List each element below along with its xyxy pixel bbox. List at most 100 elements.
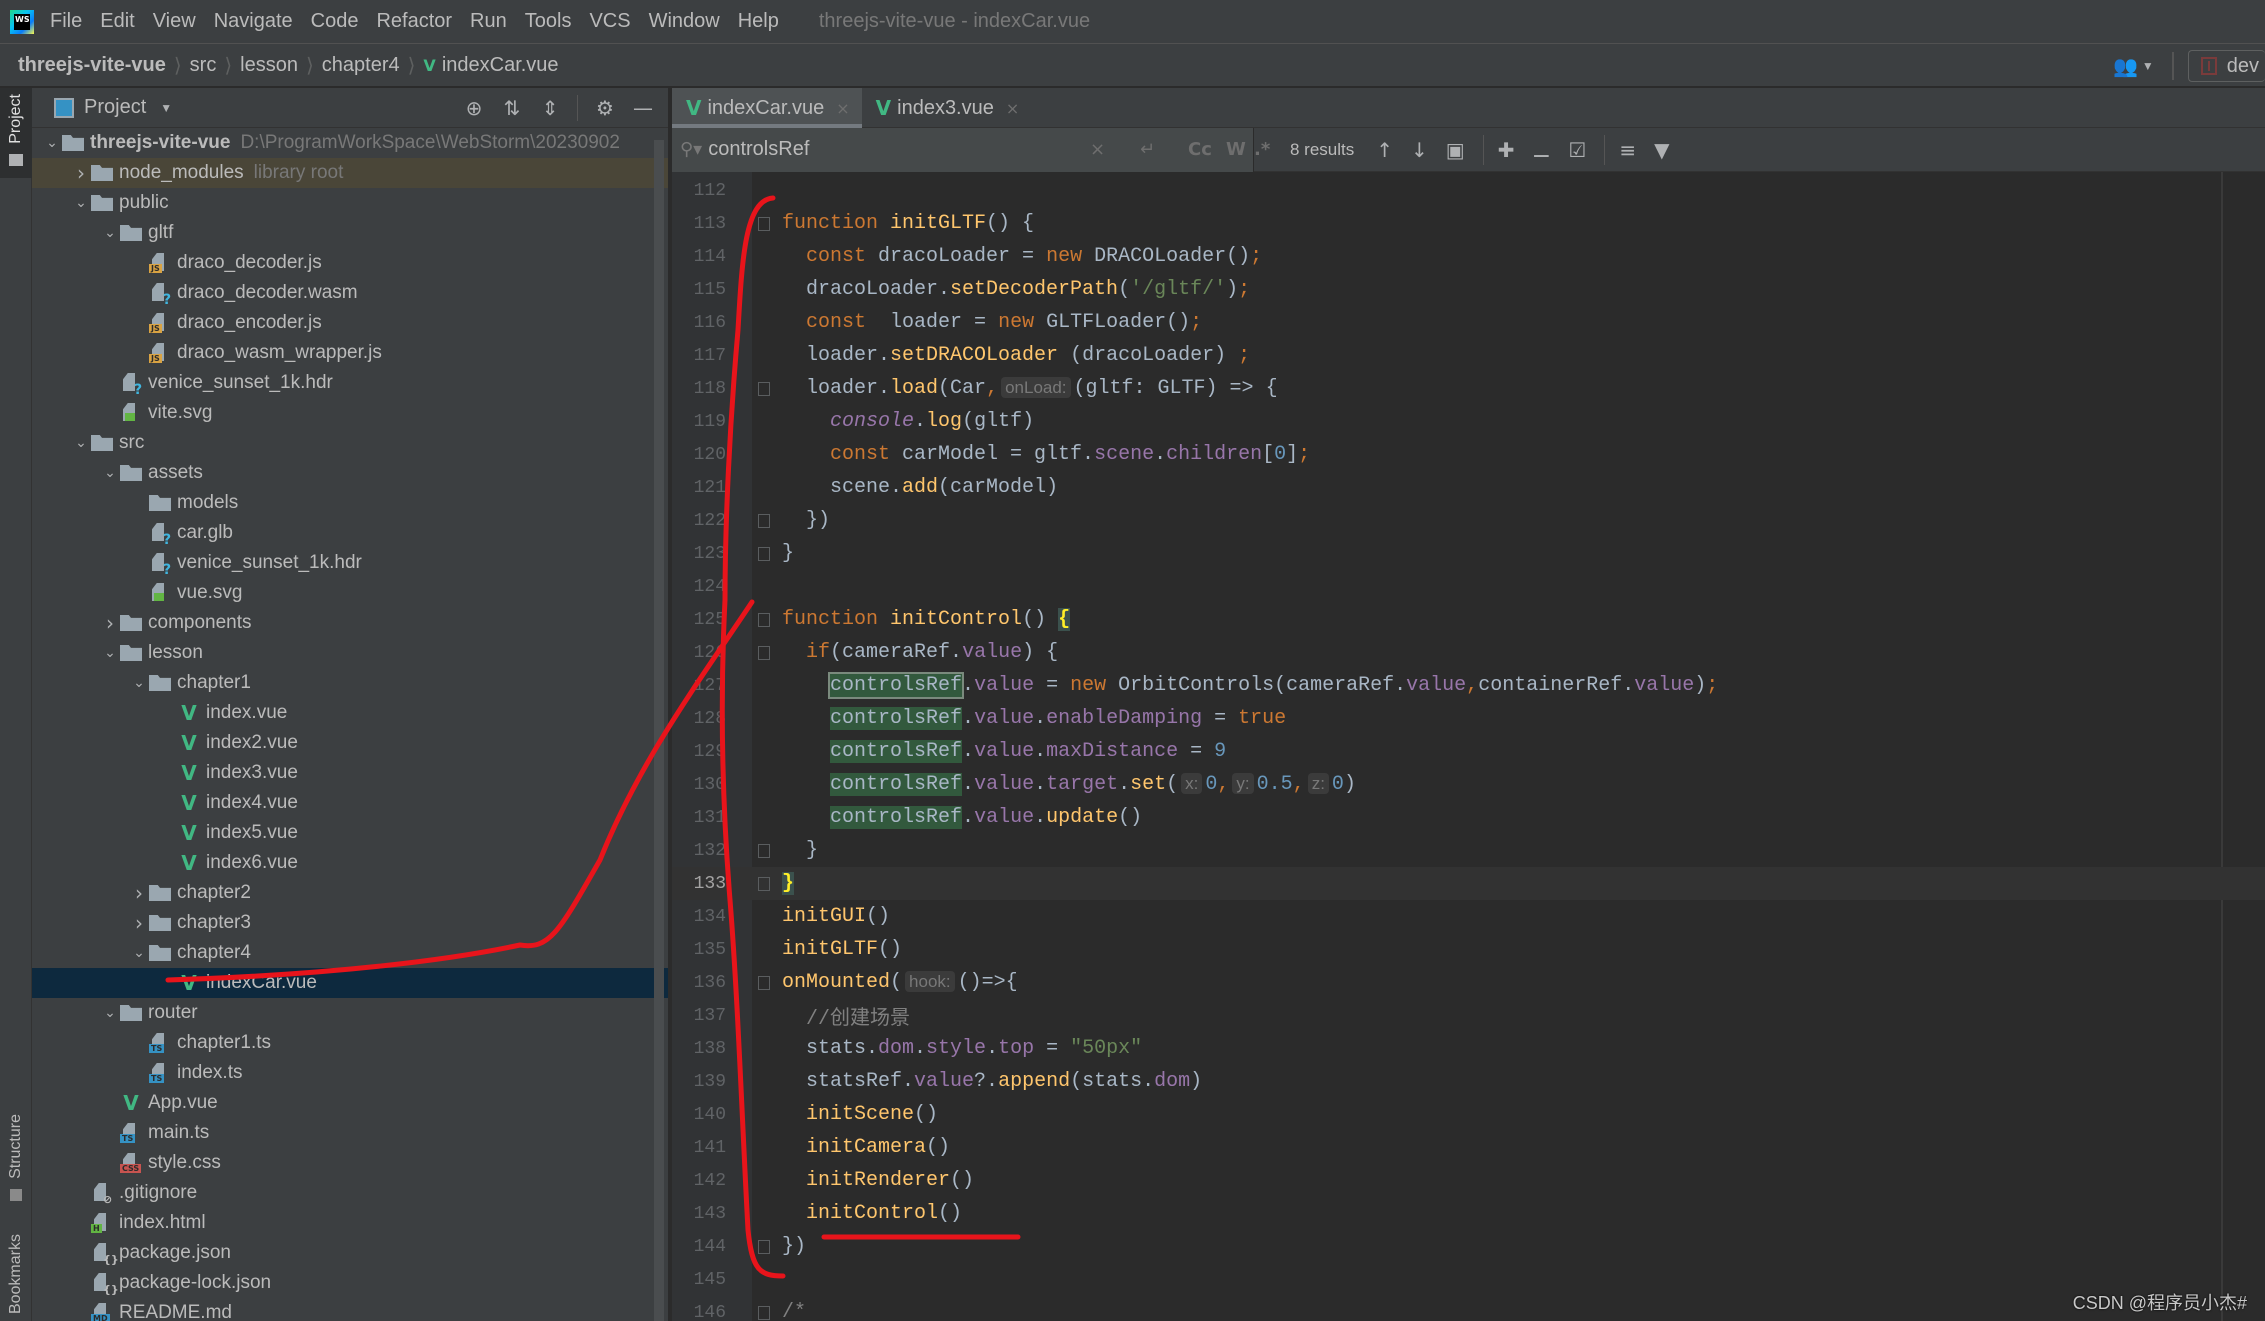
- code-line[interactable]: 140 initScene(): [672, 1098, 2265, 1131]
- tree-item[interactable]: vite.svg: [32, 398, 668, 428]
- previous-occurrence-icon[interactable]: ↑: [1376, 138, 1393, 162]
- run-configuration-select[interactable]: dev: [2187, 50, 2265, 82]
- chevron-down-icon[interactable]: ▼: [160, 101, 172, 115]
- tree-item[interactable]: TS index.ts: [32, 1058, 668, 1088]
- chevron-right-icon[interactable]: ›: [129, 881, 149, 905]
- code-line[interactable]: 142 initRenderer(): [672, 1164, 2265, 1197]
- tree-item[interactable]: JS draco_wasm_wrapper.js: [32, 338, 668, 368]
- expand-all-icon[interactable]: ⇅: [501, 96, 523, 120]
- search-icon[interactable]: ⚲▾: [680, 139, 702, 160]
- tree-item[interactable]: › chapter2: [32, 878, 668, 908]
- locate-file-icon[interactable]: ⊕: [463, 96, 485, 120]
- close-tab-icon[interactable]: ×: [836, 99, 849, 118]
- menu-item-navigate[interactable]: Navigate: [214, 10, 293, 33]
- tree-item[interactable]: ⌄ lesson: [32, 638, 668, 668]
- tree-item[interactable]: ⌄ chapter1: [32, 668, 668, 698]
- collapse-all-icon[interactable]: ⇕: [539, 96, 561, 120]
- code-line[interactable]: 129 controlsRef.value.maxDistance = 9: [672, 735, 2265, 768]
- remove-occurrence-icon[interactable]: ⚊: [1532, 138, 1550, 162]
- fold-marker-icon[interactable]: [758, 546, 770, 561]
- tree-item[interactable]: {} package.json: [32, 1238, 668, 1268]
- code-line[interactable]: 131 controlsRef.value.update(): [672, 801, 2265, 834]
- fold-marker-icon[interactable]: [758, 612, 770, 627]
- menu-item-tools[interactable]: Tools: [525, 10, 572, 33]
- editor-tab[interactable]: Vindex3.vue ×: [862, 88, 1032, 128]
- menu-item-vcs[interactable]: VCS: [589, 10, 630, 33]
- code-line[interactable]: 114 const dracoLoader = new DRACOLoader(…: [672, 240, 2265, 273]
- menu-item-view[interactable]: View: [153, 10, 196, 33]
- breadcrumb-item[interactable]: lesson: [240, 54, 298, 77]
- users-icon[interactable]: 👥: [2113, 54, 2138, 79]
- tree-item[interactable]: › chapter3: [32, 908, 668, 938]
- code-line[interactable]: 145: [672, 1263, 2265, 1296]
- menu-item-code[interactable]: Code: [311, 10, 359, 33]
- code-line[interactable]: 124: [672, 570, 2265, 603]
- code-line[interactable]: 125 function initControl() {: [672, 603, 2265, 636]
- menu-item-window[interactable]: Window: [649, 10, 720, 33]
- breadcrumb-item[interactable]: threejs-vite-vue: [18, 54, 166, 77]
- tree-item[interactable]: JS draco_decoder.js: [32, 248, 668, 278]
- breadcrumb-item[interactable]: src: [190, 54, 217, 77]
- tree-item[interactable]: Vindex3.vue: [32, 758, 668, 788]
- tree-item[interactable]: TS chapter1.ts: [32, 1028, 668, 1058]
- code-line[interactable]: 132 }: [672, 834, 2265, 867]
- bookmarks-tool-button[interactable]: Bookmarks: [0, 1228, 32, 1321]
- chevron-down-icon[interactable]: ⌄: [42, 135, 62, 151]
- code-line[interactable]: 135 initGLTF(): [672, 933, 2265, 966]
- menu-item-help[interactable]: Help: [738, 10, 779, 33]
- code-line[interactable]: 137 //创建场景: [672, 999, 2265, 1032]
- code-line[interactable]: 116 const loader = new GLTFLoader();: [672, 306, 2265, 339]
- code-line[interactable]: 123}: [672, 537, 2265, 570]
- tree-item[interactable]: Vindex5.vue: [32, 818, 668, 848]
- code-line[interactable]: 128 controlsRef.value.enableDamping = tr…: [672, 702, 2265, 735]
- regex-toggle[interactable]: .*: [1254, 139, 1270, 160]
- tree-item[interactable]: {} package-lock.json: [32, 1268, 668, 1298]
- next-occurrence-icon[interactable]: ↓: [1411, 138, 1428, 162]
- code-line[interactable]: 127 controlsRef.value = new OrbitControl…: [672, 669, 2265, 702]
- fold-marker-icon[interactable]: [758, 975, 770, 990]
- tree-item[interactable]: Hindex.html: [32, 1208, 668, 1238]
- tree-item[interactable]: vue.svg: [32, 578, 668, 608]
- tree-item[interactable]: CSS style.css: [32, 1148, 668, 1178]
- open-in-window-icon[interactable]: ▣: [1446, 138, 1465, 162]
- code-line[interactable]: 138 stats.dom.style.top = "50px": [672, 1032, 2265, 1065]
- menu-item-file[interactable]: File: [50, 10, 82, 33]
- code-line[interactable]: 120 const carModel = gltf.scene.children…: [672, 438, 2265, 471]
- tree-item[interactable]: ⌄ chapter4: [32, 938, 668, 968]
- fold-marker-icon[interactable]: [758, 216, 770, 231]
- tree-item[interactable]: ? draco_decoder.wasm: [32, 278, 668, 308]
- code-line[interactable]: 117 loader.setDRACOLoader (dracoLoader) …: [672, 339, 2265, 372]
- code-line[interactable]: 139 statsRef.value?.append(stats.dom): [672, 1065, 2265, 1098]
- menu-item-refactor[interactable]: Refactor: [376, 10, 452, 33]
- tree-item[interactable]: ⌄ threejs-vite-vue D:\ProgramWorkSpace\Web…: [32, 128, 668, 158]
- fold-marker-icon[interactable]: [758, 876, 770, 891]
- filter-icon[interactable]: ▼: [1654, 138, 1669, 162]
- tree-item[interactable]: TS main.ts: [32, 1118, 668, 1148]
- editor-tab[interactable]: VindexCar.vue ×: [672, 88, 862, 128]
- breadcrumb-item[interactable]: indexCar.vue: [442, 54, 559, 77]
- tree-item[interactable]: models: [32, 488, 668, 518]
- chevron-down-icon[interactable]: ⌄: [71, 435, 91, 451]
- select-all-occurrences-icon[interactable]: ☑: [1568, 138, 1586, 162]
- tree-item[interactable]: V App.vue: [32, 1088, 668, 1118]
- chevron-down-icon[interactable]: ⌄: [71, 195, 91, 211]
- code-line[interactable]: 144}): [672, 1230, 2265, 1263]
- add-occurrence-icon[interactable]: ✚: [1498, 138, 1515, 162]
- fold-marker-icon[interactable]: [758, 1239, 770, 1254]
- project-tool-button[interactable]: Project: [0, 88, 32, 178]
- words-toggle[interactable]: W: [1226, 139, 1246, 160]
- clear-search-icon[interactable]: ×: [1090, 139, 1105, 160]
- new-line-icon[interactable]: ↵: [1140, 139, 1155, 160]
- chevron-right-icon[interactable]: ›: [129, 911, 149, 935]
- chevron-down-icon[interactable]: ⌄: [100, 225, 120, 241]
- chevron-down-icon[interactable]: ⌄: [129, 675, 149, 691]
- tree-item[interactable]: ? car.glb: [32, 518, 668, 548]
- fold-marker-icon[interactable]: [758, 513, 770, 528]
- tree-item[interactable]: JS draco_encoder.js: [32, 308, 668, 338]
- tree-item[interactable]: VindexCar.vue: [32, 968, 668, 998]
- code-line[interactable]: 115 dracoLoader.setDecoderPath('/gltf/')…: [672, 273, 2265, 306]
- structure-tool-button[interactable]: Structure: [0, 1108, 32, 1218]
- close-tab-icon[interactable]: ×: [1006, 99, 1019, 118]
- code-line[interactable]: 121 scene.add(carModel): [672, 471, 2265, 504]
- project-view-selector[interactable]: Project: [84, 96, 146, 119]
